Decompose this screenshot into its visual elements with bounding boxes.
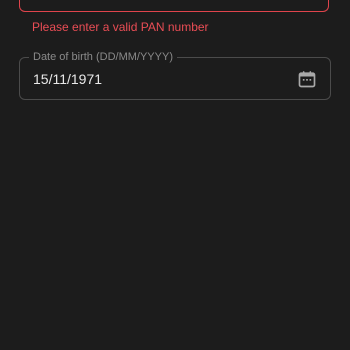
pan-error-message: Please enter a valid PAN number [32, 20, 209, 34]
date-of-birth-label: Date of birth (DD/MM/YYYY) [29, 50, 177, 64]
pan-input[interactable] [19, 0, 329, 12]
form-page: Please enter a valid PAN number Date of … [0, 0, 350, 350]
calendar-icon[interactable] [297, 69, 317, 89]
date-of-birth-value[interactable]: 15/11/1971 [33, 70, 102, 88]
date-of-birth-field[interactable]: Date of birth (DD/MM/YYYY) 15/11/1971 [19, 50, 331, 100]
